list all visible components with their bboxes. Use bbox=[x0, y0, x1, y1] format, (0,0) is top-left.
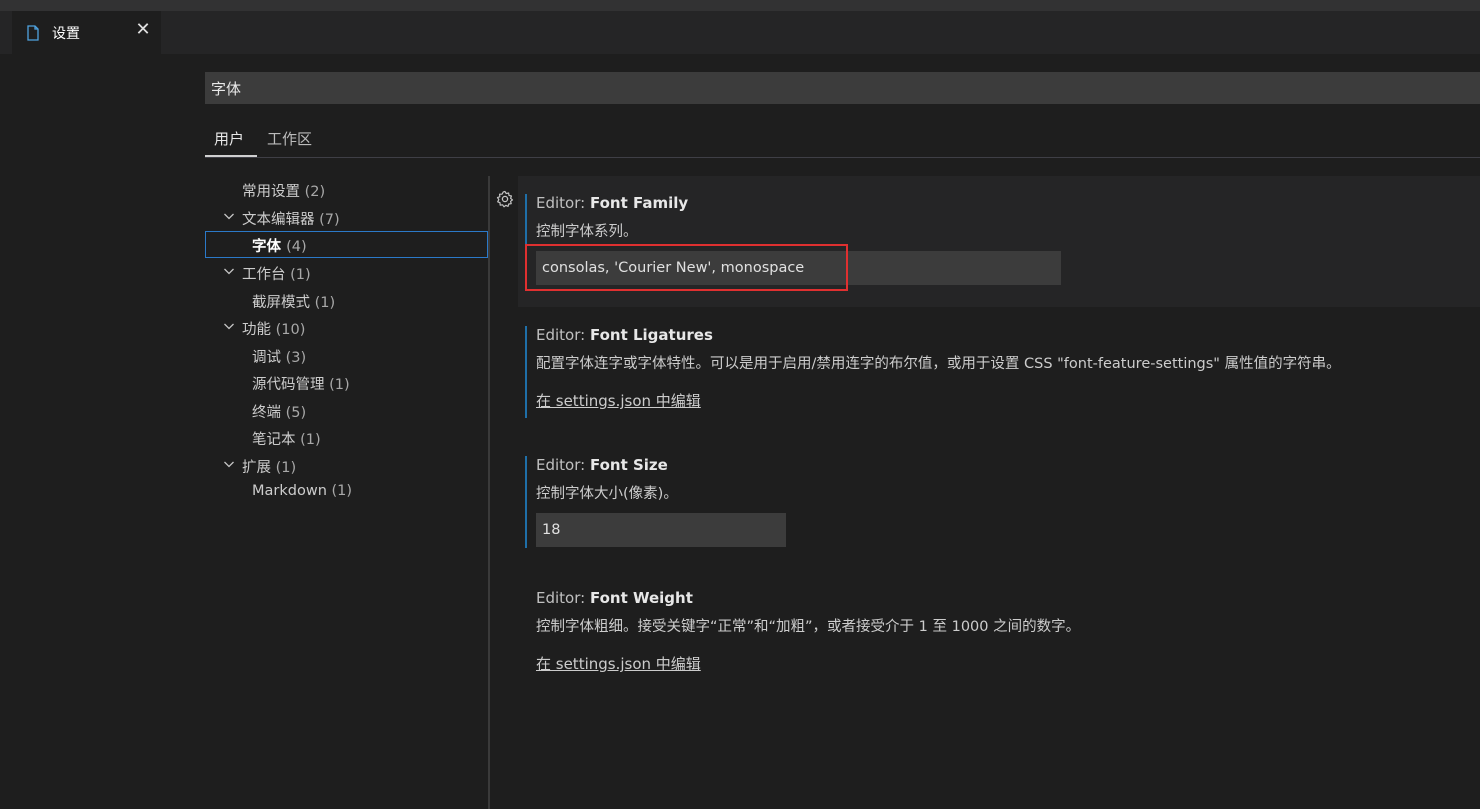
toc-label: Markdown bbox=[252, 483, 327, 499]
close-icon[interactable]: ✕ bbox=[135, 21, 151, 39]
toc-count: (10) bbox=[275, 322, 306, 338]
toc-item-common[interactable]: 常用设置 (2) bbox=[205, 176, 488, 203]
toc-item-notebook[interactable]: 笔记本 (1) bbox=[205, 424, 488, 451]
toc-label: 工作台 bbox=[242, 267, 286, 283]
setting-title: Editor: Font Ligatures bbox=[536, 326, 713, 344]
toc-label: 终端 bbox=[252, 405, 281, 421]
setting-font-ligatures: Editor: Font Ligatures 配置字体连字或字体特性。可以是用于… bbox=[518, 310, 1480, 420]
gear-icon[interactable] bbox=[496, 190, 514, 208]
toc-item-workbench[interactable]: 工作台 (1) bbox=[205, 259, 488, 286]
toc-label: 源代码管理 bbox=[252, 377, 325, 393]
toc-label: 扩展 bbox=[242, 460, 271, 476]
chevron-down-icon bbox=[224, 213, 234, 220]
toc-item-terminal[interactable]: 终端 (5) bbox=[205, 397, 488, 424]
toc-label: 字体 bbox=[252, 239, 281, 255]
chevron-down-icon bbox=[224, 323, 234, 330]
toc-divider bbox=[488, 176, 490, 809]
toc-count: (2) bbox=[304, 184, 326, 200]
toc-item-text-editor[interactable]: 文本编辑器 (7) bbox=[205, 204, 488, 231]
tab-workspace[interactable]: 工作区 bbox=[267, 128, 312, 149]
toc-count: (4) bbox=[286, 239, 307, 255]
setting-description: 控制字体粗细。接受关键字“正常”和“加粗”，或者接受介于 1 至 1000 之间… bbox=[536, 619, 1081, 635]
scope-tabs: 用户 工作区 bbox=[205, 118, 1480, 158]
toc-item-debug[interactable]: 调试 (3) bbox=[205, 342, 488, 369]
toc-label: 功能 bbox=[242, 322, 271, 338]
toc-count: (7) bbox=[319, 212, 340, 228]
settings-search-input[interactable] bbox=[205, 72, 1480, 104]
toc-count: (1) bbox=[329, 377, 350, 393]
font-size-input[interactable]: 18 bbox=[536, 513, 786, 547]
toc-count: (5) bbox=[285, 405, 307, 421]
toc-item-screencast[interactable]: 截屏模式 (1) bbox=[205, 287, 488, 314]
toc-item-font[interactable]: 字体 (4) bbox=[205, 231, 488, 258]
modified-indicator bbox=[525, 326, 527, 418]
setting-font-weight: Editor: Font Weight 控制字体粗细。接受关键字“正常”和“加粗… bbox=[518, 573, 1480, 683]
toc-label: 截屏模式 bbox=[252, 295, 310, 311]
toc-item-features[interactable]: 功能 (10) bbox=[205, 314, 488, 341]
setting-title: Editor: Font Size bbox=[536, 456, 668, 474]
setting-description: 配置字体连字或字体特性。可以是用于启用/禁用连字的布尔值，或用于设置 CSS "… bbox=[536, 356, 1341, 372]
file-icon bbox=[27, 24, 39, 41]
chevron-down-icon bbox=[224, 461, 234, 468]
toc-item-scm[interactable]: 源代码管理 (1) bbox=[205, 369, 488, 396]
editor-tab-bar: 设置 ✕ bbox=[0, 11, 1480, 54]
toc-label: 文本编辑器 bbox=[242, 212, 315, 228]
setting-description: 控制字体系列。 bbox=[536, 224, 638, 240]
tab-user[interactable]: 用户 bbox=[214, 128, 244, 149]
red-highlight-annotation bbox=[525, 244, 848, 291]
toc-count: (1) bbox=[275, 460, 297, 476]
modified-indicator bbox=[525, 456, 527, 548]
toc-label: 常用设置 bbox=[242, 184, 300, 200]
toc-item-extensions[interactable]: 扩展 (1) bbox=[205, 452, 488, 479]
edit-in-settings-json-link[interactable]: 在 settings.json 中编辑 bbox=[536, 653, 701, 674]
toc-count: (1) bbox=[331, 483, 353, 499]
toc-count: (3) bbox=[285, 350, 307, 366]
title-strip bbox=[0, 0, 1480, 11]
setting-title: Editor: Font Weight bbox=[536, 589, 693, 607]
toc-item-markdown[interactable]: Markdown (1) bbox=[205, 479, 488, 506]
toc-count: (1) bbox=[290, 267, 311, 283]
edit-in-settings-json-link[interactable]: 在 settings.json 中编辑 bbox=[536, 390, 701, 411]
chevron-down-icon bbox=[224, 268, 234, 275]
setting-description: 控制字体大小(像素)。 bbox=[536, 486, 678, 502]
setting-font-size: Editor: Font Size 控制字体大小(像素)。 18 bbox=[518, 440, 1480, 550]
toc-label: 调试 bbox=[252, 350, 281, 366]
toc-count: (1) bbox=[300, 432, 321, 448]
setting-title: Editor: Font Family bbox=[536, 194, 689, 212]
toc-count: (1) bbox=[314, 295, 336, 311]
tab-label: 设置 bbox=[52, 25, 80, 42]
active-tab-indicator bbox=[205, 155, 257, 157]
settings-tab[interactable]: 设置 ✕ bbox=[12, 11, 161, 54]
toc-label: 笔记本 bbox=[252, 432, 296, 448]
